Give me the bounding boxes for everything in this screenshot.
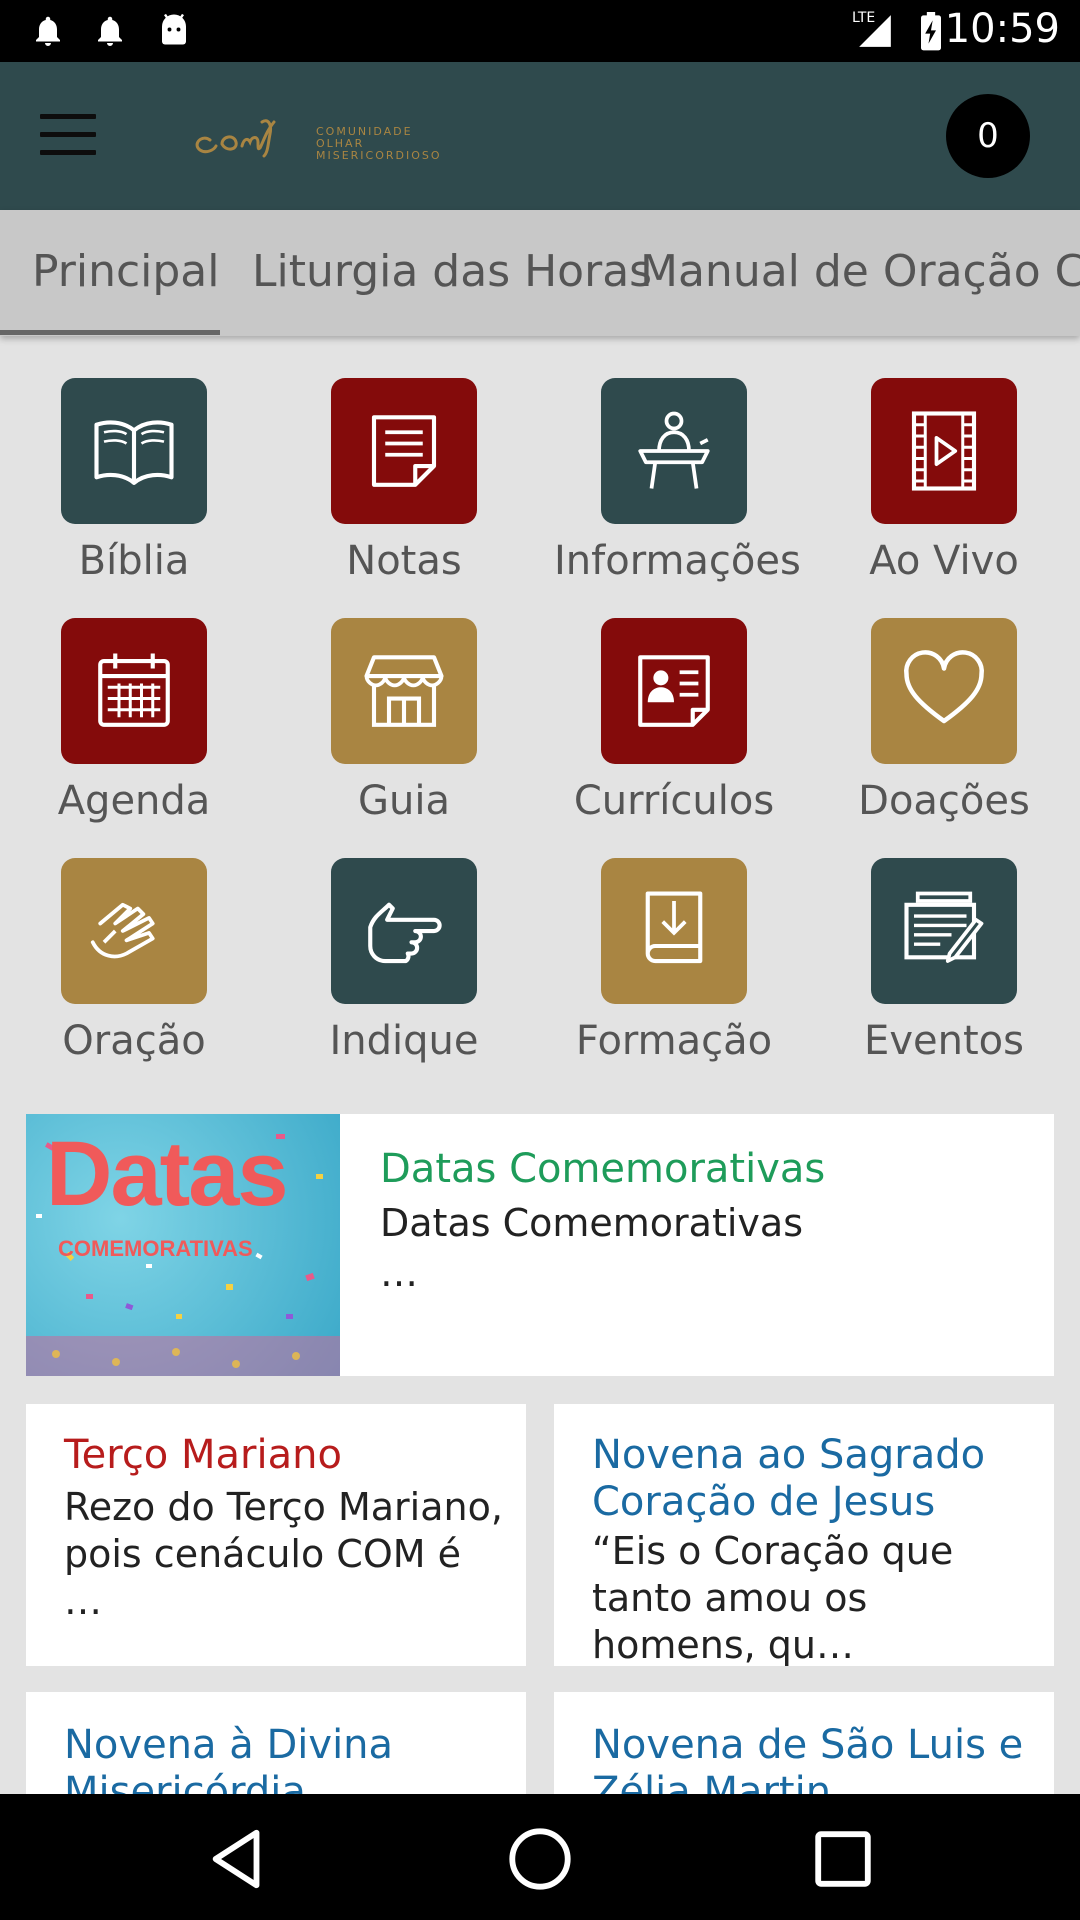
- menu-icon: [40, 150, 96, 155]
- menu-icon: [40, 132, 96, 137]
- document-edit-icon: [904, 891, 984, 963]
- featured-card[interactable]: Datas COMEMORATIVAS Datas Comemorativas …: [26, 1114, 1054, 1376]
- featured-image-title: Datas: [46, 1123, 289, 1225]
- grid-label: Agenda: [57, 778, 211, 824]
- notification-bell-icon: [98, 16, 122, 46]
- grid-label: Notas: [346, 538, 462, 584]
- calendar-icon: [98, 653, 170, 727]
- featured-image: Datas COMEMORATIVAS: [26, 1114, 340, 1376]
- grid-item-formacao[interactable]: Formação: [554, 858, 794, 1078]
- tile: [331, 858, 477, 1004]
- card-terco-mariano[interactable]: Terço Mariano Rezo do Terço Mariano, poi…: [26, 1404, 526, 1666]
- grid-item-oracao[interactable]: Oração: [14, 858, 254, 1078]
- back-icon[interactable]: [204, 1824, 274, 1894]
- grid-label: Formação: [575, 1018, 773, 1064]
- store-icon: [364, 655, 444, 727]
- tile: [601, 858, 747, 1004]
- card-novena-divina-misericordia[interactable]: Novena à Divina Misericórdia: [26, 1692, 526, 1794]
- app-logo: COMUNIDADE OLHAR MISERICORDIOSO: [190, 102, 450, 172]
- grid-label: Indique: [329, 1018, 479, 1064]
- recents-icon[interactable]: [808, 1824, 878, 1894]
- tile: [871, 858, 1017, 1004]
- signal-icon: [859, 15, 891, 47]
- card-novena-sao-luis-zelia[interactable]: Novena de São Luis e Zélia Martin: [554, 1692, 1054, 1794]
- grid-item-doacoes[interactable]: Doações: [824, 618, 1064, 838]
- featured-image-subtitle: COMEMORATIVAS: [58, 1236, 253, 1261]
- navigation-bar: [0, 1794, 1080, 1920]
- home-icon[interactable]: [505, 1824, 575, 1894]
- menu-icon: [40, 114, 96, 119]
- grid-label: Guia: [358, 778, 450, 824]
- tile: [61, 618, 207, 764]
- grid-item-curriculos[interactable]: Currículos: [554, 618, 794, 838]
- grid-item-guia[interactable]: Guia: [284, 618, 524, 838]
- grid-item-agenda[interactable]: Agenda: [14, 618, 254, 838]
- card-title: Novena ao Sagrado Coração de Jesus: [592, 1432, 986, 1525]
- grid-label: Eventos: [864, 1018, 1024, 1064]
- grid-label: Ao Vivo: [869, 538, 1019, 584]
- grid-item-eventos[interactable]: Eventos: [824, 858, 1064, 1078]
- tab-principal[interactable]: Principal: [32, 246, 220, 297]
- app-bar: COMUNIDADE OLHAR MISERICORDIOSO 0: [0, 62, 1080, 210]
- tile: [331, 378, 477, 524]
- grid-label: Currículos: [573, 778, 775, 824]
- tile: [601, 618, 747, 764]
- grid-label: Bíblia: [78, 538, 190, 584]
- contact-card-icon: [638, 655, 710, 727]
- counter-badge[interactable]: 0: [946, 94, 1030, 178]
- tab-bar: Principal Liturgia das Horas Manual de O…: [0, 210, 1080, 336]
- download-book-icon: [645, 891, 703, 964]
- logo-text-line: MISERICORDIOSO: [316, 149, 442, 162]
- featured-title: Datas Comemorativas: [380, 1146, 826, 1192]
- battery-charging-icon: [921, 12, 941, 51]
- card-novena-sagrado-coracao[interactable]: Novena ao Sagrado Coração de Jesus “Eis …: [554, 1404, 1054, 1666]
- card-text: “Eis o Coração que tanto amou os homens,…: [592, 1529, 954, 1666]
- featured-ellipsis: …: [380, 1251, 418, 1295]
- grid-item-informacoes[interactable]: Informações: [554, 378, 801, 598]
- tile: [61, 378, 207, 524]
- podium-speaker-icon: [638, 411, 710, 489]
- android-icon: [162, 13, 186, 45]
- grid-label: Oração: [62, 1018, 206, 1064]
- grid-item-notas[interactable]: Notas: [284, 378, 524, 598]
- featured-text: Datas Comemorativas: [380, 1201, 803, 1245]
- grid-item-biblia[interactable]: Bíblia: [14, 378, 254, 598]
- video-play-icon: [911, 411, 977, 491]
- pointing-hand-icon: [368, 902, 442, 964]
- card-title: Novena de São Luis e Zélia Martin: [592, 1722, 1024, 1794]
- notification-bell-icon: [36, 16, 60, 46]
- tab-liturgia-das-horas[interactable]: Liturgia das Horas: [252, 246, 652, 297]
- grid-label: Doações: [858, 778, 1030, 824]
- praying-hands-icon: [90, 902, 155, 959]
- card-title: Terço Mariano: [64, 1432, 342, 1478]
- clock: 10:59: [944, 6, 1060, 52]
- status-bar: LTE 10:59: [0, 0, 1080, 62]
- card-text: Rezo do Terço Mariano, pois cenáculo COM…: [64, 1485, 503, 1623]
- tile: [601, 378, 747, 524]
- tile: [61, 858, 207, 1004]
- grid-label: Informações: [554, 538, 801, 584]
- tile: [871, 378, 1017, 524]
- tab-indicator: [0, 330, 220, 335]
- heart-icon: [904, 650, 984, 724]
- menu-button[interactable]: [40, 114, 96, 158]
- tile: [871, 618, 1017, 764]
- tile: [331, 618, 477, 764]
- grid-item-indique[interactable]: Indique: [284, 858, 524, 1078]
- grid-item-ao-vivo[interactable]: Ao Vivo: [824, 378, 1064, 598]
- tab-manual-de-oracao[interactable]: Manual de Oração COM: [640, 246, 1080, 297]
- book-icon: [94, 420, 174, 485]
- note-icon: [371, 415, 437, 487]
- card-title: Novena à Divina Misericórdia: [64, 1722, 394, 1794]
